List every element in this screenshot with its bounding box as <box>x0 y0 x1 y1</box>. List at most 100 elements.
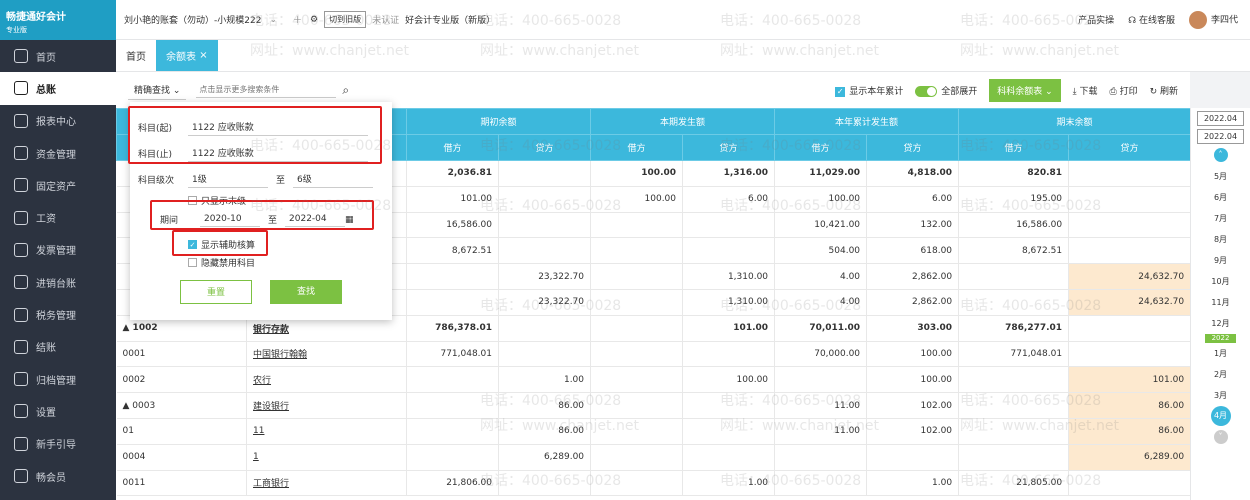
subject-balance-button[interactable]: 科科余额表 ⌄ <box>989 78 1061 102</box>
period-to-box[interactable]: 2022.04 <box>1197 129 1244 144</box>
table-cell: 6.00 <box>682 186 776 213</box>
table-cell <box>498 237 592 265</box>
table-cell: 2,036.81 <box>406 160 499 187</box>
sidebar-item[interactable]: 总账 <box>0 72 116 105</box>
table-cell: 786,277.01 <box>958 315 1070 342</box>
app-logo[interactable]: 畅捷通好会计 专业版 <box>0 0 116 40</box>
level-from-select[interactable]: 1级 <box>188 170 268 188</box>
table-row[interactable]: 0011 工商银行 21,806.00 1.00 1.00 21,805.00 <box>116 470 1190 497</box>
header-debit: 借方 <box>406 134 499 161</box>
month-item[interactable]: 5月 <box>1191 166 1250 187</box>
table-cell: 11,029.00 <box>774 160 868 187</box>
search-icon[interactable]: ⌕ <box>342 83 349 98</box>
switch-old-button[interactable]: 切到旧版 <box>324 11 367 28</box>
period-from-box[interactable]: 2022.04 <box>1197 111 1244 126</box>
sidebar-item[interactable]: 归档管理 <box>0 363 116 395</box>
table-cell: 70,011.00 <box>774 315 868 342</box>
close-icon[interactable]: × <box>199 50 207 61</box>
refresh-button[interactable]: ↻ 刷新 <box>1150 84 1178 97</box>
table-cell: 建设银行 <box>246 392 407 419</box>
service-link[interactable]: ☊ 在线客服 <box>1128 13 1175 26</box>
print-button[interactable]: ⎙ 打印 <box>1110 84 1138 97</box>
user-menu[interactable]: 李四代 <box>1188 10 1238 29</box>
table-row[interactable]: 0002 农行 1.00 100.00 100.00 101.00 <box>116 366 1190 394</box>
month-item[interactable]: 1月 <box>1191 343 1250 364</box>
download-button[interactable]: ⤓ 下载 <box>1073 84 1098 97</box>
sidebar-item-label: 结账 <box>36 343 56 355</box>
subject-link[interactable]: 中国银行翰翰 <box>253 350 307 360</box>
sidebar-item[interactable]: 首页 <box>0 40 116 72</box>
sidebar-item[interactable]: 资金管理 <box>0 137 116 169</box>
sidebar-item[interactable]: 新手引导 <box>0 428 116 460</box>
expand-all-toggle[interactable]: 全部展开 <box>915 84 977 97</box>
table-cell: 195.00 <box>958 186 1070 213</box>
search-mode-select[interactable]: 精确查找 ⌄ <box>128 80 187 100</box>
search-mode-label: 精确查找 <box>134 86 171 96</box>
notice-link[interactable]: 产品实操 <box>1078 13 1114 26</box>
chevron-up-icon[interactable]: ˄ <box>1213 148 1228 162</box>
sidebar-item[interactable]: 发票管理 <box>0 234 116 266</box>
gear-icon[interactable]: ⚙ <box>310 15 318 25</box>
reset-button[interactable]: 重置 <box>180 280 252 304</box>
table-cell: 1,310.00 <box>682 289 776 316</box>
month-active[interactable]: 4月 <box>1210 406 1231 426</box>
table-cell: 工商银行 <box>246 470 407 497</box>
tab-balance[interactable]: 余额表 × <box>156 40 218 71</box>
table-cell: 786,378.01 <box>406 315 499 342</box>
table-cell: 23,322.70 <box>498 263 592 290</box>
subject-link[interactable]: 工商银行 <box>253 479 289 489</box>
table-row[interactable]: 01 11 86.00 11.00 102.00 86.00 <box>116 418 1190 445</box>
sidebar-item[interactable]: 结账 <box>0 331 116 363</box>
month-item[interactable]: 9月 <box>1191 250 1250 271</box>
month-item[interactable]: 10月 <box>1191 271 1250 292</box>
table-row[interactable]: 0001 中国银行翰翰 771,048.01 70,000.00 100.00 771,0… <box>116 341 1190 368</box>
sidebar: 畅捷通好会计 专业版 首页 总账 报表中心 资金管理 固定资产 工资 发票管理 进销台账 税务管… <box>0 0 116 500</box>
invoice-icon <box>14 242 28 257</box>
subject-link[interactable]: 11 <box>253 426 264 436</box>
sidebar-item[interactable]: 固定资产 <box>0 169 116 201</box>
table-cell: 21,806.00 <box>406 470 499 497</box>
level-to-select[interactable]: 6级 <box>293 170 374 188</box>
print-label: 打印 <box>1119 86 1138 97</box>
tax-icon <box>14 307 28 322</box>
sidebar-item[interactable]: 畅会员 <box>0 460 116 492</box>
month-item[interactable]: 6月 <box>1191 187 1250 208</box>
table-cell: 132.00 <box>866 212 960 239</box>
month-item[interactable]: 11月 <box>1191 292 1250 313</box>
plus-icon[interactable]: ＋ <box>293 13 302 26</box>
hide-disabled-checkbox[interactable]: 隐藏禁用科目 <box>188 256 255 269</box>
table-cell: 86.00 <box>498 392 592 419</box>
chevron-down-icon[interactable]: ⌄ <box>269 15 277 25</box>
tab-bar: 首页 余额表 × <box>116 40 1250 72</box>
year-badge: 2022 <box>1205 334 1236 343</box>
sidebar-item[interactable]: 设置 <box>0 395 116 427</box>
table-row[interactable]: ▲ 0003 建设银行 86.00 11.00 102.00 86.00 <box>116 392 1190 419</box>
find-button[interactable]: 查找 <box>270 280 342 304</box>
sidebar-item[interactable]: 报表中心 <box>0 105 116 137</box>
chevron-down-icon[interactable]: ˅ <box>1213 430 1228 444</box>
subject-link[interactable]: 农行 <box>253 376 271 386</box>
month-item[interactable]: 7月 <box>1191 208 1250 229</box>
cert-status: 未认证 <box>372 16 400 26</box>
table-cell <box>498 341 592 368</box>
show-year-checkbox[interactable]: ✓ 显示本年累计 <box>835 84 903 97</box>
subject-link[interactable]: 建设银行 <box>253 402 289 412</box>
subject-link[interactable]: 银行存款 <box>253 325 289 335</box>
search-input[interactable] <box>196 82 337 98</box>
month-item[interactable]: 2月 <box>1191 364 1250 385</box>
account-name[interactable]: 刘小艳的账套（勿动）-小规模222 <box>124 13 261 26</box>
table-cell: 8,672.51 <box>958 237 1070 265</box>
month-item[interactable]: 8月 <box>1191 229 1250 250</box>
month-item[interactable]: 12月 <box>1191 313 1250 334</box>
sidebar-item[interactable]: 进销台账 <box>0 266 116 298</box>
table-row[interactable]: 0004 1 6,289.00 6,289.00 <box>116 444 1190 471</box>
report-icon <box>14 113 28 128</box>
month-item[interactable]: 3月 <box>1191 385 1250 406</box>
sidebar-item[interactable]: 工资 <box>0 201 116 233</box>
tab-home[interactable]: 首页 <box>116 40 156 71</box>
subject-link[interactable]: 1 <box>253 452 259 462</box>
table-cell <box>866 444 960 471</box>
sidebar-item[interactable]: 税务管理 <box>0 298 116 330</box>
table-cell <box>590 212 684 239</box>
tab-label: 首页 <box>126 52 146 63</box>
